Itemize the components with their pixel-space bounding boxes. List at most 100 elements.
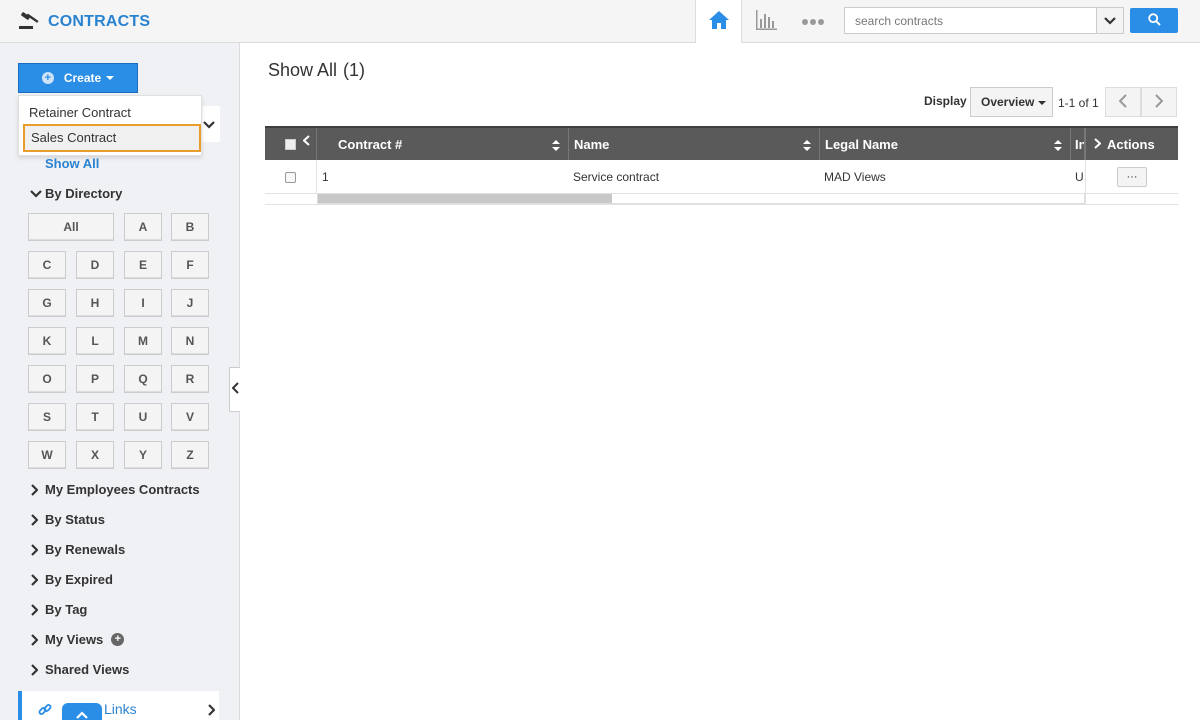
chevron-right-icon: [30, 483, 45, 496]
search-filter-dropdown[interactable]: [1096, 8, 1123, 33]
quick-links-label: Links: [104, 701, 137, 717]
gavel-icon: [18, 9, 42, 34]
scrollbar-thumb[interactable]: [318, 194, 612, 203]
horizontal-scrollbar[interactable]: [317, 194, 1085, 204]
section-by-expired[interactable]: By Expired: [30, 572, 113, 587]
letter-button[interactable]: G: [28, 289, 66, 317]
section-my-employees-contracts[interactable]: My Employees Contracts: [30, 482, 200, 497]
scroll-right-icon[interactable]: [1094, 137, 1102, 152]
letter-button[interactable]: Z: [171, 441, 209, 469]
sort-icon: [1054, 139, 1062, 154]
show-all-link[interactable]: Show All: [45, 156, 99, 171]
create-label: Create: [63, 71, 102, 85]
more-nav-button[interactable]: [800, 12, 826, 30]
section-label: By Expired: [45, 572, 113, 587]
chevron-down-icon: [30, 189, 45, 198]
column-header-contract-no[interactable]: Contract #: [317, 128, 569, 160]
quick-links-panel[interactable]: Links: [18, 691, 219, 720]
home-nav-button[interactable]: [695, 0, 742, 43]
letter-button[interactable]: B: [171, 213, 209, 241]
select-all-checkbox[interactable]: [285, 138, 296, 150]
chevron-down-icon: [1104, 13, 1116, 28]
sidebar-collapse-toggle[interactable]: [229, 367, 240, 412]
row-actions-button[interactable]: ···: [1117, 167, 1147, 187]
section-label: By Status: [45, 512, 105, 527]
letter-button[interactable]: C: [28, 251, 66, 279]
scroll-to-top-button[interactable]: [62, 703, 102, 720]
next-page-button[interactable]: [1141, 87, 1177, 117]
chevron-down-icon: [203, 117, 215, 132]
letter-button[interactable]: T: [76, 403, 114, 431]
app-title[interactable]: CONTRACTS: [48, 13, 150, 31]
section-label: By Renewals: [45, 542, 126, 557]
search-icon: [1147, 12, 1161, 29]
letter-button[interactable]: R: [171, 365, 209, 393]
column-header-truncated[interactable]: In: [1071, 128, 1085, 160]
letter-button[interactable]: W: [28, 441, 66, 469]
letter-button[interactable]: I: [124, 289, 162, 317]
letter-button[interactable]: X: [76, 441, 114, 469]
reports-nav-button[interactable]: [752, 8, 780, 34]
letter-button[interactable]: J: [171, 289, 209, 317]
menu-item-retainer-contract[interactable]: Retainer Contract: [19, 105, 201, 120]
table-row[interactable]: 1 Service contract MAD Views U ···: [265, 160, 1178, 194]
section-label: My Employees Contracts: [45, 482, 200, 497]
page-title: Show All (1): [268, 60, 365, 81]
name-cell[interactable]: Service contract: [573, 160, 818, 194]
menu-item-sales-contract[interactable]: Sales Contract: [23, 124, 201, 152]
search-input[interactable]: [845, 8, 1097, 33]
search-button[interactable]: [1130, 8, 1178, 33]
by-directory-label: By Directory: [45, 186, 123, 201]
letter-button[interactable]: Q: [124, 365, 162, 393]
link-icon: [38, 703, 52, 720]
actions-column-divider: [1085, 160, 1086, 205]
column-label: Name: [574, 136, 610, 152]
column-label: In: [1075, 136, 1084, 152]
letter-button[interactable]: N: [171, 327, 209, 355]
section-shared-views[interactable]: Shared Views: [30, 662, 129, 677]
chevron-right-icon: [30, 543, 45, 556]
letter-button[interactable]: L: [76, 327, 114, 355]
contract-no-cell: 1: [322, 170, 329, 184]
section-my-views[interactable]: My Views +: [30, 632, 125, 647]
letter-button[interactable]: F: [171, 251, 209, 279]
by-directory-toggle[interactable]: By Directory: [30, 186, 122, 201]
letter-button[interactable]: V: [171, 403, 209, 431]
chevron-right-icon: [30, 573, 45, 586]
letter-button[interactable]: Y: [124, 441, 162, 469]
letter-button[interactable]: O: [28, 365, 66, 393]
chevron-right-icon: [30, 633, 45, 646]
display-mode-select[interactable]: Overview: [970, 87, 1053, 117]
letter-button-all[interactable]: All: [28, 213, 114, 241]
letter-button[interactable]: U: [124, 403, 162, 431]
column-header-legal-name[interactable]: Legal Name: [820, 128, 1071, 160]
letter-button[interactable]: K: [28, 327, 66, 355]
letter-button[interactable]: M: [124, 327, 162, 355]
letter-button[interactable]: H: [76, 289, 114, 317]
create-button[interactable]: + Create: [18, 63, 138, 93]
letter-button[interactable]: D: [76, 251, 114, 279]
section-by-tag[interactable]: By Tag: [30, 602, 87, 617]
section-by-status[interactable]: By Status: [30, 512, 105, 527]
letter-button[interactable]: A: [124, 213, 162, 241]
letter-button[interactable]: P: [76, 365, 114, 393]
column-header-name[interactable]: Name: [569, 128, 820, 160]
column-header-actions: Actions: [1085, 128, 1178, 160]
home-icon: [708, 10, 730, 33]
section-by-renewals[interactable]: By Renewals: [30, 542, 125, 557]
chevron-right-icon: [30, 663, 45, 676]
select-all-header: [265, 128, 317, 160]
letter-button[interactable]: E: [124, 251, 162, 279]
app-logo[interactable]: CONTRACTS: [18, 9, 150, 34]
chevron-up-icon: [76, 707, 88, 720]
previous-page-button[interactable]: [1105, 87, 1141, 117]
table-header: Contract # Name Legal Name In Actions: [265, 126, 1178, 160]
row-checkbox[interactable]: [285, 171, 296, 183]
top-bar: CONTRACTS: [0, 0, 1200, 43]
plus-circle-icon: +: [41, 72, 54, 84]
chevron-right-icon: [30, 603, 45, 616]
page-title-text: Show All: [268, 60, 338, 80]
letter-button[interactable]: S: [28, 403, 66, 431]
scroll-left-icon[interactable]: [302, 134, 310, 149]
add-view-icon[interactable]: +: [111, 633, 125, 646]
